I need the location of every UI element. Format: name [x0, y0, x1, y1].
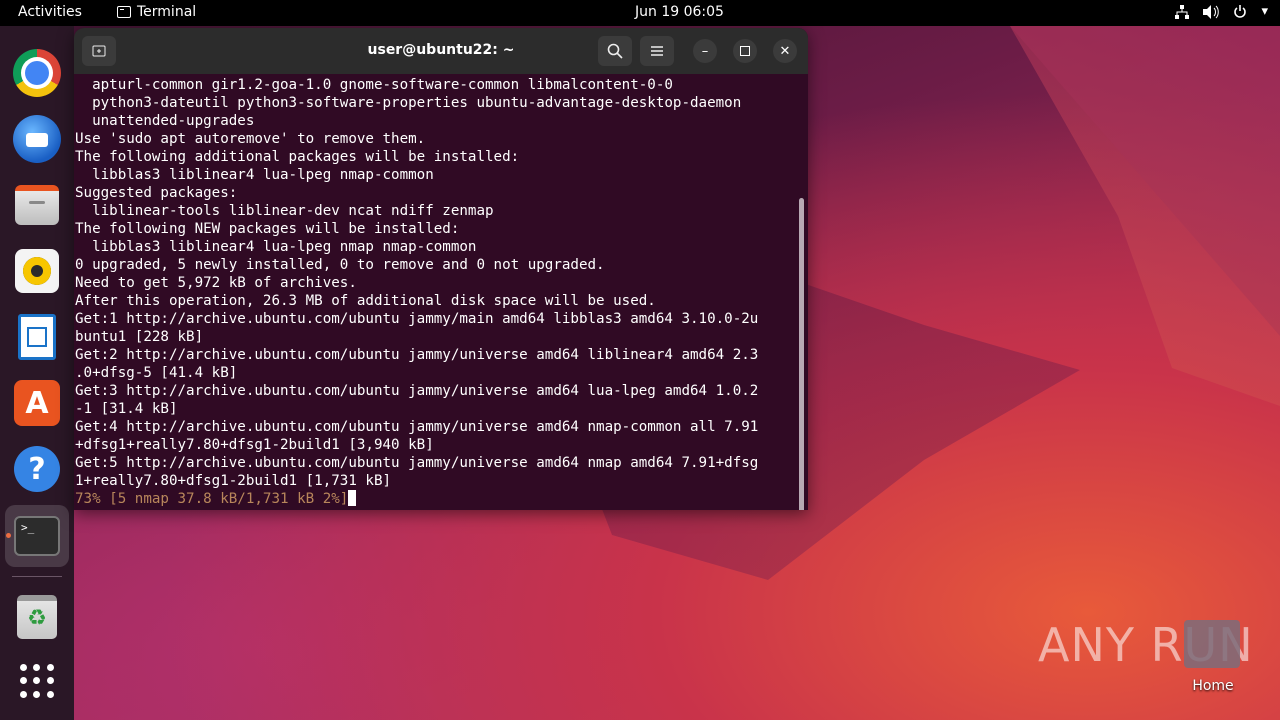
desktop-home-folder[interactable]: Home	[1184, 620, 1242, 694]
dock-separator	[12, 576, 62, 577]
dock-writer[interactable]	[12, 312, 62, 362]
maximize-button[interactable]	[733, 39, 757, 63]
terminal-line: Get:2 http://archive.ubuntu.com/ubuntu j…	[75, 347, 759, 363]
home-folder-icon	[1184, 620, 1240, 668]
dock-thunderbird[interactable]	[12, 114, 62, 164]
terminal-line: unattended-upgrades	[75, 113, 255, 129]
terminal-line: 0 upgraded, 5 newly installed, 0 to remo…	[75, 257, 605, 273]
dock-help[interactable]: ?	[12, 444, 62, 494]
dock-terminal[interactable]: >_	[5, 505, 69, 567]
dock-files[interactable]	[12, 180, 62, 230]
close-button[interactable]: ✕	[773, 39, 797, 63]
terminal-line: Use 'sudo apt autoremove' to remove them…	[75, 131, 426, 147]
terminal-line: 1+really7.80+dfsg1-2build1 [1,731 kB]	[75, 473, 392, 489]
terminal-icon: >_	[14, 516, 60, 556]
dock: A ? >_ ♻	[0, 26, 74, 720]
help-icon: ?	[14, 446, 60, 492]
close-icon: ✕	[779, 43, 791, 59]
power-icon	[1234, 4, 1247, 18]
text-cursor	[348, 490, 357, 506]
search-icon	[607, 43, 623, 59]
terminal-line: buntu1 [228 kB]	[75, 329, 204, 345]
terminal-line: The following NEW packages will be insta…	[75, 221, 460, 237]
dock-chrome[interactable]	[12, 48, 62, 98]
terminal-window[interactable]: user@ubuntu22: ~ – ✕ apturl-common gir1.…	[74, 28, 808, 510]
home-folder-label: Home	[1192, 678, 1234, 694]
terminal-line: After this operation, 26.3 MB of additio…	[75, 293, 656, 309]
terminal-output[interactable]: apturl-common gir1.2-goa-1.0 gnome-softw…	[74, 74, 808, 510]
dock-rhythmbox[interactable]	[12, 246, 62, 296]
terminal-icon	[117, 6, 131, 18]
terminal-line: The following additional packages will b…	[75, 149, 520, 165]
terminal-line: Get:1 http://archive.ubuntu.com/ubuntu j…	[75, 311, 759, 327]
terminal-text: apturl-common gir1.2-goa-1.0 gnome-softw…	[75, 76, 799, 508]
app-menu[interactable]: Terminal	[117, 4, 196, 20]
menu-button[interactable]	[640, 36, 674, 66]
terminal-line: python3-dateutil python3-software-proper…	[75, 95, 742, 111]
terminal-line: +dfsg1+really7.80+dfsg1-2build1 [3,940 k…	[75, 437, 434, 453]
clock[interactable]: Jun 19 06:05	[635, 4, 724, 20]
dock-app-center[interactable]: A	[12, 378, 62, 428]
terminal-line: Need to get 5,972 kB of archives.	[75, 275, 357, 291]
maximize-icon	[740, 46, 750, 56]
terminal-line: Get:4 http://archive.ubuntu.com/ubuntu j…	[75, 419, 759, 435]
system-tray[interactable]: ▾	[1175, 4, 1268, 19]
terminal-line: .0+dfsg-5 [41.4 kB]	[75, 365, 238, 381]
top-bar: Activities Terminal Jun 19 06:05 ▾	[0, 0, 1280, 26]
rhythmbox-icon	[15, 249, 59, 293]
files-icon	[15, 185, 59, 225]
minimize-button[interactable]: –	[693, 39, 717, 63]
terminal-line: apturl-common gir1.2-goa-1.0 gnome-softw…	[75, 77, 673, 93]
terminal-line: liblinear-tools liblinear-dev ncat ndiff…	[75, 203, 494, 219]
network-icon	[1175, 4, 1190, 19]
show-apps-button[interactable]	[12, 656, 62, 706]
terminal-line: libblas3 liblinear4 lua-lpeg nmap nmap-c…	[75, 239, 477, 255]
progress-line: 73% [5 nmap 37.8 kB/1,731 kB 2%]	[75, 491, 349, 507]
title-bar[interactable]: user@ubuntu22: ~ – ✕	[74, 28, 808, 74]
hamburger-icon	[651, 46, 663, 56]
app-menu-label: Terminal	[137, 4, 197, 20]
terminal-line: Get:3 http://archive.ubuntu.com/ubuntu j…	[75, 383, 759, 399]
minimize-icon: –	[701, 43, 709, 59]
terminal-line: libblas3 liblinear4 lua-lpeg nmap-common	[75, 167, 434, 183]
volume-icon	[1203, 4, 1220, 19]
app-grid-icon	[20, 664, 54, 698]
search-button[interactable]	[598, 36, 632, 66]
chrome-icon	[13, 49, 61, 97]
app-center-icon: A	[14, 380, 60, 426]
activities-button[interactable]: Activities	[18, 4, 82, 20]
terminal-line: Get:5 http://archive.ubuntu.com/ubuntu j…	[75, 455, 759, 471]
thunderbird-icon	[13, 115, 61, 163]
scrollbar[interactable]	[799, 198, 804, 510]
dock-trash[interactable]: ♻	[12, 592, 62, 642]
terminal-line: Suggested packages:	[75, 185, 238, 201]
chevron-down-icon: ▾	[1261, 4, 1268, 19]
writer-icon	[18, 314, 56, 360]
trash-icon: ♻	[17, 595, 57, 639]
terminal-line: -1 [31.4 kB]	[75, 401, 178, 417]
